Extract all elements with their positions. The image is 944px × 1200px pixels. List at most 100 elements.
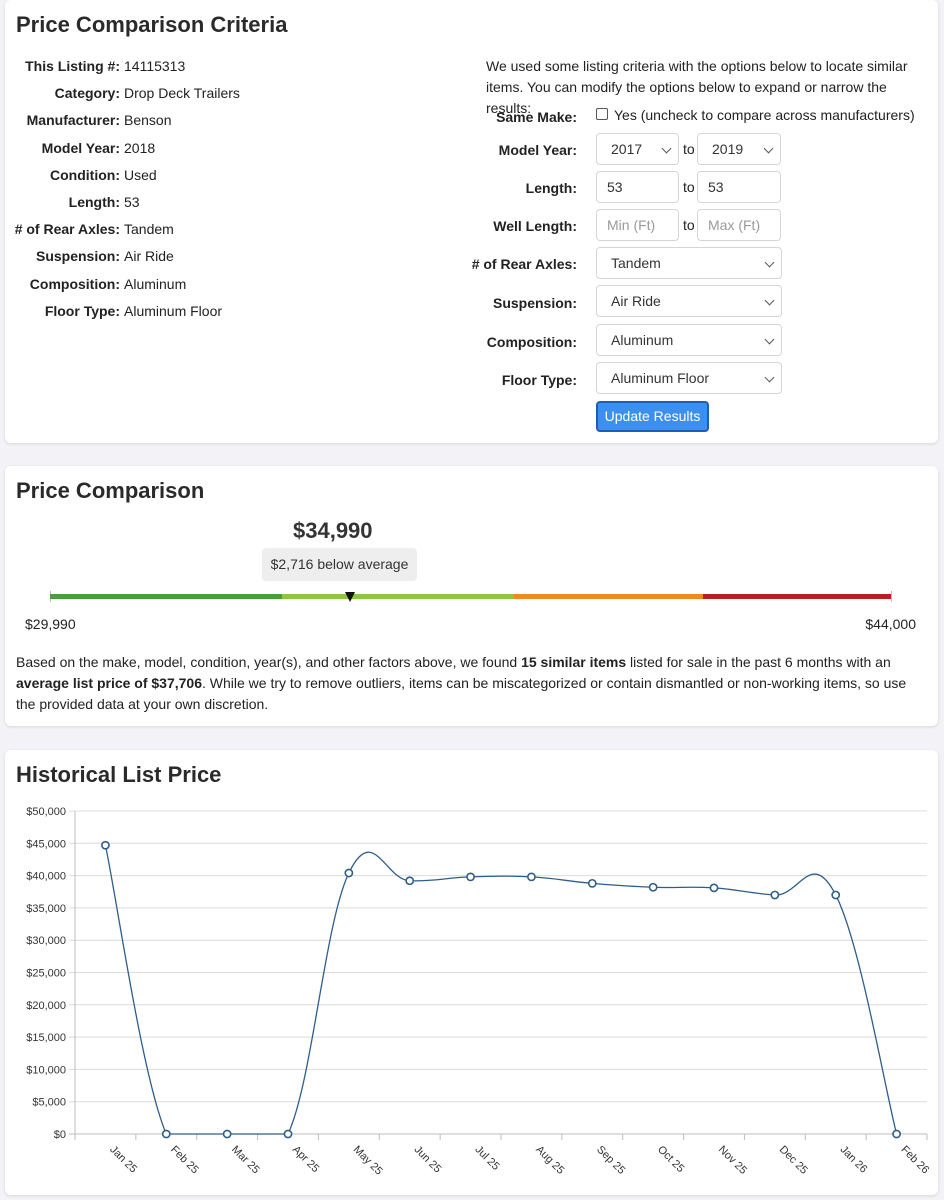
historical-price-card: Historical List Price $0 $5,000 $10,000 $15… bbox=[5, 750, 938, 1195]
data-point bbox=[161, 1129, 171, 1139]
x-tick-label: Jan 25 bbox=[107, 1144, 139, 1176]
chevron-down-icon bbox=[764, 295, 775, 306]
listing-value: Benson bbox=[124, 112, 172, 129]
suspension-row: Suspension: Air Ride bbox=[486, 285, 926, 317]
model-year-from-value: 2017 bbox=[611, 141, 643, 157]
x-tick-label: Sep 25 bbox=[594, 1144, 627, 1177]
listing-value: 14115313 bbox=[124, 58, 186, 74]
to-label: to bbox=[683, 179, 695, 195]
data-point bbox=[101, 840, 110, 850]
price-marker-icon bbox=[345, 592, 355, 602]
rear-axles-row: # of Rear Axles: Tandem bbox=[472, 247, 926, 279]
listing-label: This Listing #: bbox=[25, 58, 120, 74]
price-bar-good bbox=[282, 594, 514, 599]
length-label: Length: bbox=[525, 180, 577, 196]
historical-price-chart: $0 $5,000 $10,000 $15,000 $20,000 $25,000 $30,… bbox=[26, 806, 931, 1178]
listing-value: Aluminum Floor bbox=[124, 302, 223, 319]
floor-type-row: Floor Type: Aluminum Floor bbox=[486, 362, 926, 394]
floor-type-value: Aluminum Floor bbox=[611, 370, 710, 386]
listing-value: Air Ride bbox=[124, 248, 174, 265]
data-point bbox=[892, 1129, 901, 1139]
data-point bbox=[527, 872, 536, 882]
listing-label: Length: bbox=[68, 194, 120, 210]
length-from-input[interactable]: 53 bbox=[596, 171, 679, 203]
well-length-min-placeholder: Min (Ft) bbox=[607, 217, 656, 233]
model-year-to-value: 2019 bbox=[712, 141, 744, 157]
suspension-value: Air Ride bbox=[611, 293, 661, 309]
criteria-title: Price Comparison Criteria bbox=[16, 12, 288, 37]
model-year-row: Model Year: 2017 to 2019 bbox=[486, 133, 926, 165]
range-end-tick bbox=[891, 591, 892, 602]
well-length-row: Well Length: Min (Ft) to Max (Ft) bbox=[486, 209, 926, 241]
listing-label: Manufacturer: bbox=[26, 112, 120, 129]
data-point bbox=[405, 876, 415, 886]
update-results-button[interactable]: Update Results bbox=[596, 401, 709, 432]
average-list-price: average list price of $37,706 bbox=[16, 675, 202, 691]
x-tick-label: Mar 25 bbox=[229, 1144, 262, 1177]
rear-axles-value: Tandem bbox=[611, 255, 661, 271]
to-label: to bbox=[683, 217, 695, 233]
data-point bbox=[283, 1129, 293, 1139]
y-tick-label: $5,000 bbox=[32, 1097, 66, 1109]
listing-value: Tandem bbox=[124, 221, 174, 238]
well-length-max-input[interactable]: Max (Ft) bbox=[697, 209, 781, 241]
listing-value: Drop Deck Trailers bbox=[124, 85, 240, 102]
model-year-label: Model Year: bbox=[498, 142, 577, 158]
chevron-down-icon bbox=[763, 143, 774, 154]
suspension-label: Suspension: bbox=[492, 295, 577, 311]
y-tick-label: $30,000 bbox=[26, 935, 66, 947]
y-tick-label: $15,000 bbox=[26, 1032, 66, 1044]
data-point bbox=[344, 868, 354, 878]
length-row: Length: 53 to 53 bbox=[486, 171, 926, 203]
model-year-from-select[interactable]: 2017 bbox=[596, 133, 679, 165]
same-make-label: Same Make: bbox=[496, 109, 577, 125]
listing-value: 53 bbox=[124, 194, 140, 210]
well-length-min-input[interactable]: Min (Ft) bbox=[596, 209, 679, 241]
y-tick-label: $20,000 bbox=[26, 1000, 66, 1012]
listing-label: # of Rear Axles: bbox=[14, 221, 120, 238]
data-point bbox=[831, 890, 841, 900]
same-make-checkbox[interactable] bbox=[596, 108, 608, 120]
price-bar-fair bbox=[514, 594, 703, 599]
price-comparison-card: Price Comparison $34,990 $2,716 below av… bbox=[5, 466, 938, 726]
listing-label: Floor Type: bbox=[44, 302, 120, 319]
listing-value: Used bbox=[124, 166, 157, 183]
floor-type-select[interactable]: Aluminum Floor bbox=[596, 362, 782, 394]
chevron-down-icon bbox=[661, 143, 672, 154]
to-label: to bbox=[683, 141, 695, 157]
composition-row: Composition: Aluminum bbox=[486, 324, 926, 356]
x-tick-label: Nov 25 bbox=[716, 1144, 749, 1177]
below-average-badge: $2,716 below average bbox=[262, 548, 417, 581]
chevron-down-icon bbox=[764, 334, 775, 345]
y-tick-label: $45,000 bbox=[26, 838, 66, 850]
well-length-label: Well Length: bbox=[493, 218, 577, 234]
x-tick-label: Feb 26 bbox=[898, 1144, 931, 1177]
chevron-down-icon bbox=[764, 372, 775, 383]
data-point bbox=[648, 882, 658, 892]
x-tick-label: Apr 25 bbox=[290, 1144, 321, 1175]
x-tick-label: Jan 26 bbox=[838, 1144, 870, 1176]
data-point bbox=[466, 872, 475, 882]
x-tick-label: Aug 25 bbox=[533, 1144, 566, 1177]
model-year-to-select[interactable]: 2019 bbox=[697, 133, 781, 165]
listing-label: Model Year: bbox=[41, 139, 120, 156]
x-tick-label: Dec 25 bbox=[777, 1144, 810, 1177]
similar-items-count: 15 similar items bbox=[521, 654, 627, 670]
y-tick-label: $25,000 bbox=[26, 968, 66, 980]
criteria-card: Price Comparison Criteria This Listing #… bbox=[5, 0, 938, 443]
composition-select[interactable]: Aluminum bbox=[596, 324, 782, 356]
desc-text: Based on the make, model, condition, yea… bbox=[16, 654, 522, 670]
x-tick-label: Jun 25 bbox=[412, 1144, 444, 1176]
suspension-select[interactable]: Air Ride bbox=[596, 285, 782, 317]
price-comparison-title: Price Comparison bbox=[16, 478, 205, 503]
well-length-max-placeholder: Max (Ft) bbox=[708, 217, 761, 233]
listing-label: Category: bbox=[54, 85, 120, 102]
composition-label: Composition: bbox=[486, 334, 577, 350]
price-series-line bbox=[104, 845, 898, 1135]
data-point bbox=[709, 883, 719, 893]
length-to-input[interactable]: 53 bbox=[697, 171, 781, 203]
composition-value: Aluminum bbox=[611, 332, 674, 348]
rear-axles-select[interactable]: Tandem bbox=[596, 247, 782, 279]
price-bar-high bbox=[703, 594, 892, 599]
y-tick-label: $50,000 bbox=[26, 806, 66, 818]
